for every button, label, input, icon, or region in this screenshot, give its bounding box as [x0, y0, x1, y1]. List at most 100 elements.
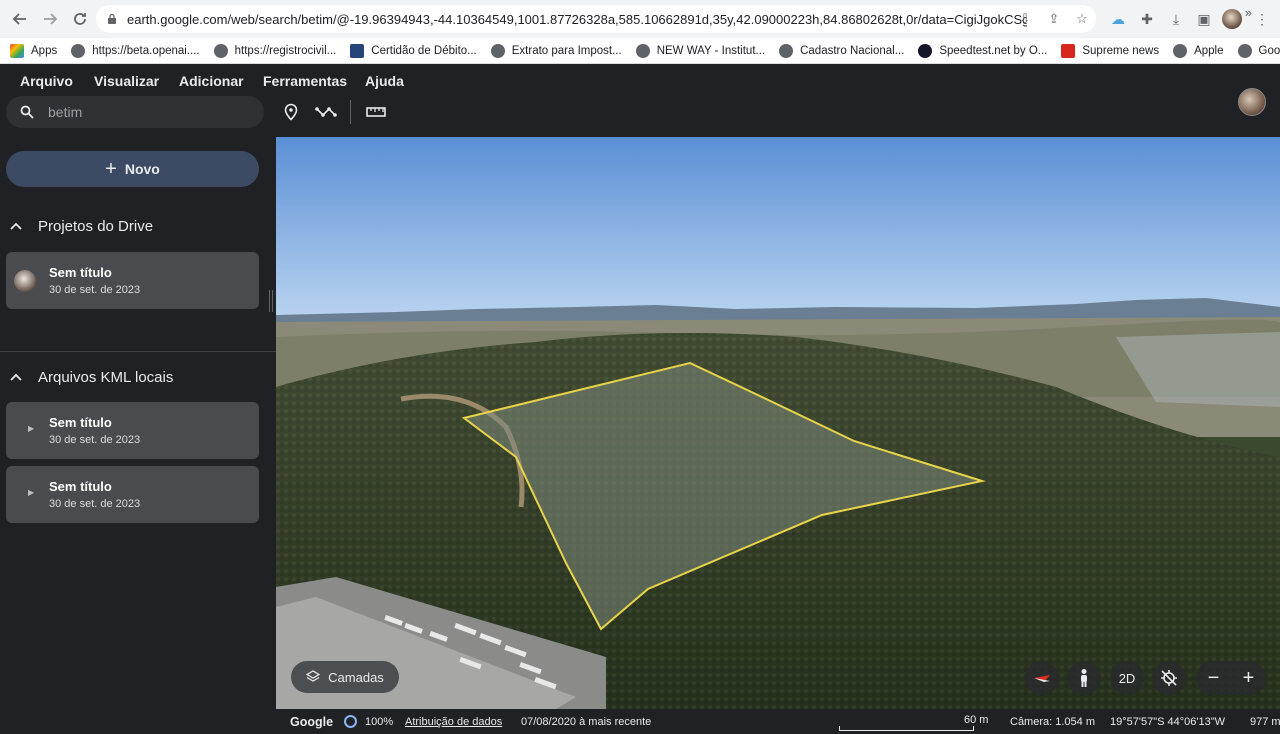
pegman-icon[interactable] [1067, 661, 1101, 695]
search-box[interactable] [6, 96, 264, 128]
aerial-map-view [276, 137, 1280, 709]
bookmarks-bar: Apps https://beta.openai.... https://regis… [0, 38, 1280, 64]
kml-file-card[interactable]: ▶ Sem título 30 de set. de 2023 [6, 402, 259, 459]
lock-icon [108, 13, 116, 24]
search-icon [20, 105, 34, 119]
menu-visualizar[interactable]: Visualizar [94, 73, 159, 89]
receita-icon [490, 43, 505, 58]
new-project-label: Novo [124, 161, 160, 177]
toolbar-divider [350, 100, 351, 124]
supreme-icon [1061, 43, 1076, 58]
section-local-kml[interactable]: Arquivos KML locais [0, 364, 276, 390]
back-icon[interactable] [6, 5, 34, 33]
sidebar-resize-handle[interactable] [269, 290, 273, 312]
bookmark-label: Certidão de Débito... [371, 44, 477, 57]
bookmark-label: https://registrocivil... [234, 44, 337, 57]
bookmark-label: https://beta.openai.... [92, 44, 200, 57]
search-input[interactable] [48, 104, 248, 120]
openai-icon [71, 43, 86, 58]
placemark-icon[interactable] [279, 100, 303, 124]
bookmark-item[interactable]: Apple [1173, 43, 1224, 58]
status-bar: Google 100% Atribuição de dados 07/08/20… [276, 709, 1280, 734]
location-off-icon[interactable] [1152, 661, 1186, 695]
extensions-puzzle-icon[interactable]: ✚ [1138, 10, 1156, 28]
speedtest-icon [918, 43, 933, 58]
globe-icon [779, 43, 794, 58]
expand-arrow-icon[interactable]: ▶ [28, 424, 34, 433]
bookmark-item[interactable]: Cadastro Nacional... [779, 43, 904, 58]
globe-icon [1237, 43, 1252, 58]
globe-icon [1173, 43, 1188, 58]
share-icon[interactable]: ⇪ [1046, 11, 1062, 27]
data-attribution-link[interactable]: Atribuição de dados [405, 716, 502, 728]
bookmark-item[interactable]: Certidão de Débito... [350, 43, 477, 58]
bookmark-item[interactable]: https://registrocivil... [213, 43, 337, 58]
bookmark-item[interactable]: Google [1237, 43, 1280, 58]
shield-icon [350, 43, 365, 58]
more-bookmarks-icon[interactable]: » [1245, 5, 1252, 20]
chevron-up-icon [2, 219, 30, 233]
zoom-control: − + [1196, 661, 1266, 695]
bookmark-label: Apps [31, 44, 58, 57]
section-drive-projects[interactable]: Projetos do Drive [0, 213, 276, 239]
bookmark-label: Google [1258, 44, 1280, 57]
bookmark-star-icon[interactable]: ☆ [1074, 11, 1090, 27]
expand-arrow-icon[interactable]: ▶ [28, 488, 34, 497]
section-title: Projetos do Drive [38, 217, 154, 235]
globe-icon [213, 43, 228, 58]
kml-file-card[interactable]: ▶ Sem título 30 de set. de 2023 [6, 466, 259, 523]
plus-icon: + [105, 157, 117, 180]
menu-arquivo[interactable]: Arquivo [20, 73, 73, 89]
layers-icon [306, 670, 321, 682]
coordinates: 19°57'57"S 44°06'13"W [1110, 716, 1225, 728]
project-title: Sem título [49, 265, 112, 280]
drive-project-card[interactable]: Sem título 30 de set. de 2023 [6, 252, 259, 309]
downloads-icon[interactable]: ⤓ [1167, 10, 1185, 28]
bookmark-label: Apple [1194, 44, 1224, 57]
google-logo: Google [290, 715, 334, 729]
profile-avatar-icon[interactable] [1222, 9, 1242, 29]
zoom-out-icon[interactable]: − [1208, 667, 1220, 690]
chevron-up-icon [2, 370, 30, 384]
elevation: 977 m [1250, 716, 1280, 728]
menu-adicionar[interactable]: Adicionar [179, 73, 244, 89]
layers-label: Camadas [328, 669, 384, 685]
bookmark-item[interactable]: Speedtest.net by O... [918, 43, 1047, 58]
view-2d-button[interactable]: 2D [1110, 661, 1144, 695]
cloud-extension-icon[interactable]: ☁ [1109, 10, 1127, 28]
address-bar[interactable]: earth.google.com/web/search/betim/@-19.9… [96, 5, 1096, 33]
install-app-icon[interactable]: ⇩ [1017, 11, 1033, 27]
side-panel-icon[interactable]: ▣ [1195, 10, 1213, 28]
load-percent: 100% [365, 716, 394, 728]
globe-viewport[interactable] [276, 137, 1280, 709]
menu-ferramentas[interactable]: Ferramentas [263, 73, 347, 89]
draw-path-icon[interactable] [314, 100, 338, 124]
compass-icon[interactable] [1025, 661, 1059, 695]
user-avatar[interactable] [1238, 88, 1266, 116]
bookmark-item[interactable]: https://beta.openai.... [71, 43, 200, 58]
reload-icon[interactable] [66, 5, 94, 33]
scale-label: 60 m [964, 714, 989, 726]
loading-indicator-icon [344, 715, 357, 728]
bookmark-item[interactable]: Supreme news [1061, 43, 1159, 58]
new-project-button[interactable]: + Novo [6, 151, 259, 187]
bookmark-item[interactable]: Apps [10, 43, 58, 58]
forward-icon[interactable] [36, 5, 64, 33]
scale-bar [839, 726, 974, 731]
project-date: 30 de set. de 2023 [49, 284, 141, 296]
layers-button[interactable]: Camadas [291, 661, 399, 693]
section-title: Arquivos KML locais [38, 368, 174, 386]
ruler-icon[interactable] [364, 100, 388, 124]
url-text: earth.google.com/web/search/betim/@-19.9… [127, 11, 1027, 27]
zoom-in-icon[interactable]: + [1243, 667, 1255, 690]
bookmark-label: NEW WAY - Institut... [656, 44, 766, 57]
kml-date: 30 de set. de 2023 [49, 498, 141, 510]
chrome-menu-icon[interactable]: ⋮ [1253, 10, 1271, 28]
kml-title: Sem título [49, 479, 112, 494]
sidebar: + Novo Projetos do Drive Sem título 30 d… [0, 137, 276, 734]
globe-icon [635, 43, 650, 58]
menu-ajuda[interactable]: Ajuda [365, 73, 404, 89]
kml-title: Sem título [49, 415, 112, 430]
bookmark-item[interactable]: Extrato para Impost... [490, 43, 622, 58]
bookmark-item[interactable]: NEW WAY - Institut... [635, 43, 766, 58]
